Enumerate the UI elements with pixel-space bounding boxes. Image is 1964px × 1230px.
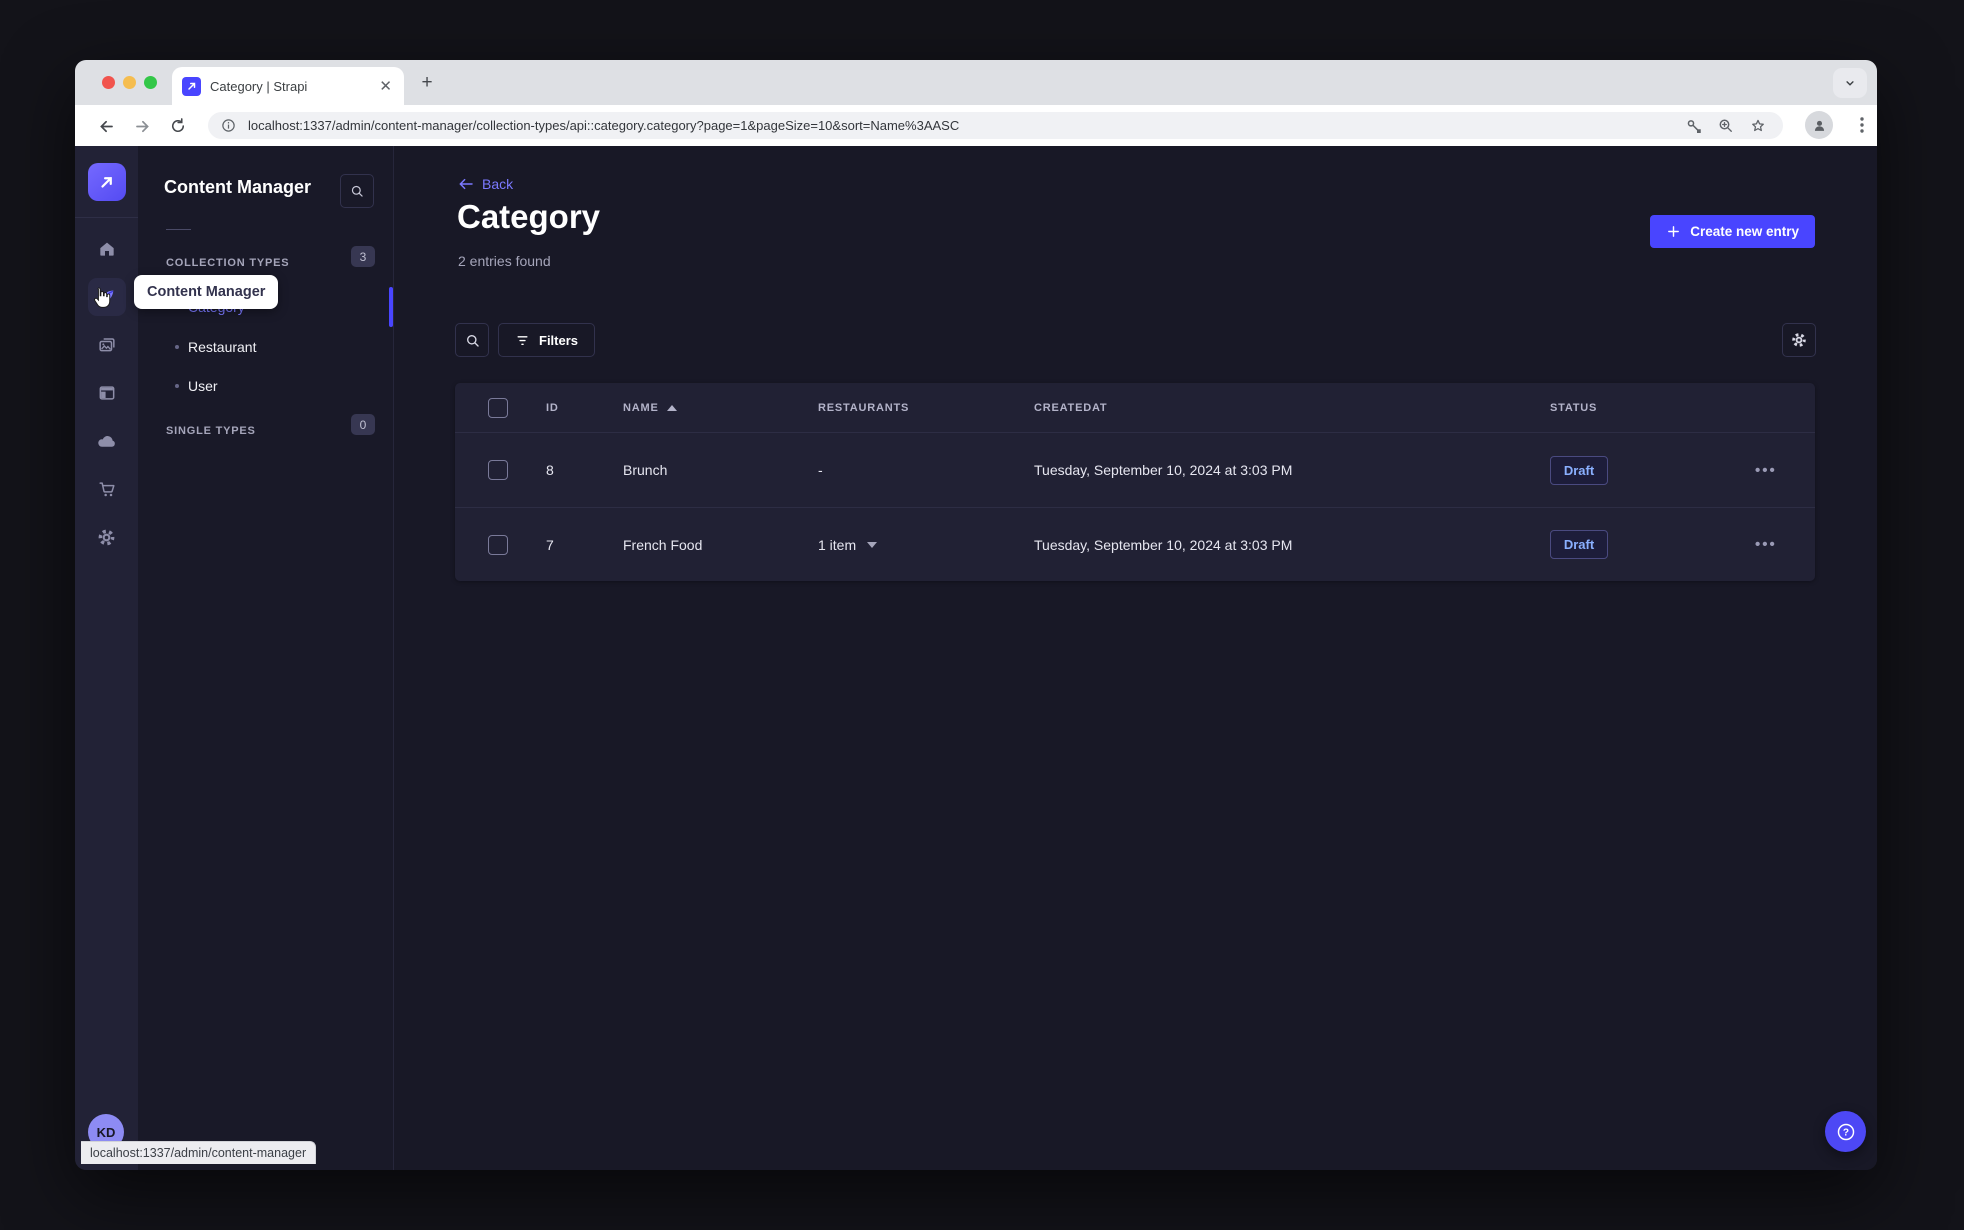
- cell-createdat: Tuesday, September 10, 2024 at 3:03 PM: [1034, 536, 1293, 553]
- cell-name: French Food: [623, 536, 703, 553]
- search-button[interactable]: [455, 323, 489, 357]
- settings-icon[interactable]: [88, 518, 126, 556]
- strapi-logo-icon[interactable]: [87, 163, 126, 201]
- single-types-label: SINGLE TYPES: [166, 425, 256, 437]
- sidebar-item-restaurant[interactable]: Restaurant: [138, 327, 394, 367]
- traffic-lights: [102, 76, 157, 89]
- back-arrow-icon: [459, 178, 473, 190]
- browser-menu-icon[interactable]: [1853, 114, 1871, 141]
- column-header-createdat: CREATEDAT: [1034, 401, 1108, 414]
- zoom-icon[interactable]: [1717, 117, 1735, 135]
- table-row[interactable]: 8 Brunch - Tuesday, September 10, 2024 a…: [455, 433, 1815, 507]
- url-bar[interactable]: localhost:1337/admin/content-manager/col…: [208, 112, 1783, 139]
- cell-restaurants: -: [818, 462, 823, 478]
- column-header-id[interactable]: ID: [546, 402, 623, 414]
- key-icon[interactable]: [1685, 117, 1703, 135]
- strapi-favicon-icon: [182, 76, 201, 96]
- table-header-row: ID NAME RESTAURANTS CREATEDAT STATUS: [455, 383, 1815, 433]
- subnav-search-button[interactable]: [340, 174, 374, 208]
- column-header-name[interactable]: NAME: [623, 402, 818, 414]
- subnav-divider: [166, 229, 191, 230]
- column-header-restaurants: RESTAURANTS: [818, 401, 910, 414]
- cursor-icon: [91, 286, 112, 315]
- close-button[interactable]: [102, 76, 115, 89]
- collection-types-count-badge: 3: [351, 246, 375, 267]
- status-badge: Draft: [1550, 455, 1608, 485]
- gear-icon: [1792, 333, 1806, 347]
- browser-toolbar: localhost:1337/admin/content-manager/col…: [75, 105, 1877, 146]
- search-icon: [466, 334, 479, 347]
- create-new-entry-button[interactable]: Create new entry: [1650, 215, 1815, 248]
- browser-back-icon[interactable]: [93, 113, 119, 139]
- strapi-admin-app: KD Content Manager COLLECTION TYPES 3 Ca…: [75, 146, 1877, 1170]
- bullet-icon: [175, 384, 179, 388]
- collection-types-label: COLLECTION TYPES: [166, 257, 290, 269]
- select-all-checkbox[interactable]: [488, 397, 508, 418]
- browser-tab[interactable]: Category | Strapi ✕: [172, 67, 404, 105]
- help-icon: ?: [1837, 1123, 1854, 1140]
- filters-button[interactable]: Filters: [498, 323, 596, 357]
- main-content: Back Category 2 entries found Create new…: [394, 146, 1877, 1170]
- help-button[interactable]: ?: [1825, 1111, 1866, 1152]
- more-actions-icon[interactable]: •••: [1755, 462, 1777, 479]
- browser-tab-strip: Category | Strapi ✕ +: [75, 60, 1877, 105]
- back-link[interactable]: Back: [458, 176, 513, 192]
- entries-table: ID NAME RESTAURANTS CREATEDAT STATUS 8 B…: [455, 383, 1815, 581]
- cell-id: 7: [546, 536, 554, 553]
- active-item-indicator: [389, 287, 393, 327]
- profile-icon[interactable]: [1805, 111, 1833, 139]
- sidebar-item-user[interactable]: User: [138, 366, 394, 406]
- status-bar-tooltip: localhost:1337/admin/content-manager: [81, 1141, 317, 1164]
- table-row[interactable]: 7 French Food 1 item Tuesday, September …: [455, 507, 1815, 581]
- media-library-icon[interactable]: [88, 326, 126, 364]
- plus-icon: [1668, 226, 1680, 237]
- cell-id: 8: [546, 462, 554, 478]
- cell-createdat: Tuesday, September 10, 2024 at 3:03 PM: [1034, 462, 1293, 478]
- page-title: Category: [457, 198, 601, 235]
- info-icon[interactable]: [221, 118, 236, 133]
- bullet-icon: [175, 345, 179, 349]
- nav-divider: [75, 217, 138, 218]
- filter-icon: [517, 335, 528, 345]
- content-type-builder-icon[interactable]: [88, 374, 126, 412]
- url-text[interactable]: localhost:1337/admin/content-manager/col…: [248, 118, 1783, 133]
- view-settings-button[interactable]: [1782, 323, 1816, 357]
- column-header-status: STATUS: [1550, 401, 1598, 414]
- cell-restaurants[interactable]: 1 item: [818, 537, 1034, 553]
- more-actions-icon[interactable]: •••: [1755, 536, 1777, 553]
- browser-reload-icon[interactable]: [165, 113, 191, 139]
- cloud-icon[interactable]: [88, 422, 126, 460]
- bookmark-star-icon[interactable]: [1749, 117, 1767, 135]
- caret-down-icon[interactable]: [867, 541, 878, 548]
- tab-title: Category | Strapi: [210, 78, 308, 94]
- tab-close-icon[interactable]: ✕: [377, 77, 394, 95]
- single-types-count-badge: 0: [351, 414, 375, 435]
- marketplace-icon[interactable]: [88, 470, 126, 508]
- entries-count: 2 entries found: [458, 253, 551, 269]
- svg-text:?: ?: [1842, 1127, 1848, 1138]
- new-tab-icon[interactable]: +: [415, 71, 439, 95]
- browser-window: Category | Strapi ✕ + localhost:1337/adm…: [75, 60, 1877, 1170]
- zoom-button[interactable]: [144, 76, 157, 89]
- row-checkbox[interactable]: [488, 534, 508, 555]
- home-icon[interactable]: [88, 230, 126, 268]
- nav-tooltip: Content Manager: [134, 275, 279, 309]
- search-icon: [351, 185, 363, 197]
- sort-asc-icon: [666, 404, 677, 411]
- browser-forward-icon[interactable]: [129, 113, 155, 139]
- minimize-button[interactable]: [123, 76, 136, 89]
- row-checkbox[interactable]: [488, 460, 508, 480]
- tab-search-chevron-icon[interactable]: [1833, 68, 1867, 98]
- cell-name: Brunch: [623, 462, 668, 478]
- status-badge: Draft: [1550, 530, 1608, 559]
- subnav-title: Content Manager: [164, 177, 312, 197]
